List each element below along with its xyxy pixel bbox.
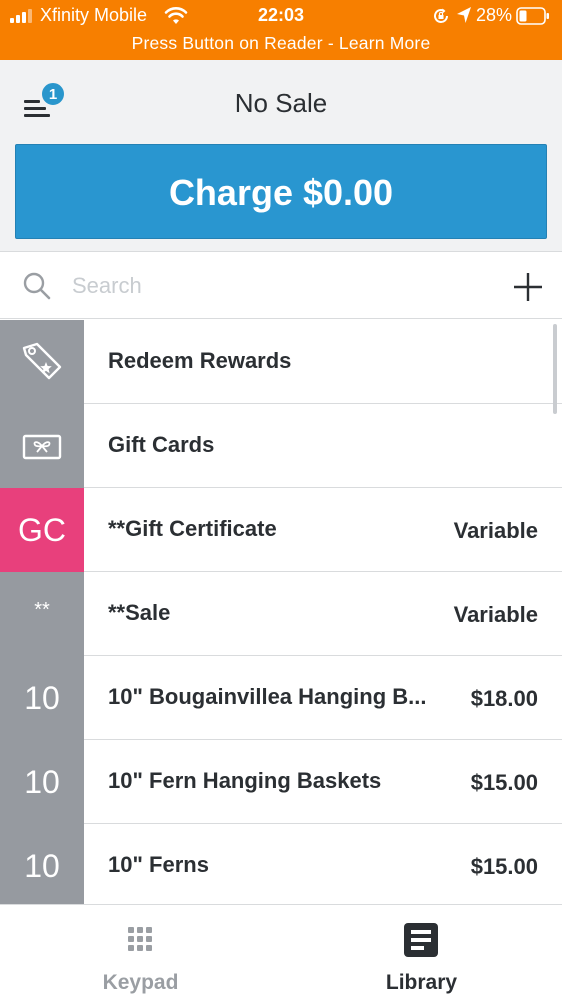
item-label: **Sale bbox=[108, 600, 171, 625]
item-price: $15.00 bbox=[470, 854, 538, 879]
charge-button[interactable]: Charge $0.00 bbox=[15, 144, 547, 239]
item-tile: GC bbox=[0, 488, 84, 572]
battery-icon bbox=[516, 7, 549, 25]
item-tile: 10 bbox=[0, 656, 84, 740]
tag-star-icon bbox=[22, 342, 62, 380]
item-tile-text: 10 bbox=[24, 680, 60, 716]
library-icon bbox=[404, 923, 438, 957]
tab-label: Keypad bbox=[102, 971, 179, 994]
item-tile-text: 10 bbox=[24, 764, 60, 800]
tab-library[interactable]: Library bbox=[281, 905, 562, 999]
gift-card-icon bbox=[22, 434, 62, 460]
item-label: 10" Ferns bbox=[108, 852, 209, 877]
item-tile bbox=[0, 320, 84, 404]
item-row-body: 10" Fern Hanging Baskets $15.00 bbox=[84, 740, 562, 824]
item-tile-text: ** bbox=[34, 599, 50, 621]
item-list: Redeem Rewards Gift Cards GC **Gift Cert… bbox=[0, 320, 562, 904]
item-tile-text: GC bbox=[18, 512, 66, 548]
item-tile-text: 10 bbox=[24, 848, 60, 884]
item-price: $15.00 bbox=[470, 770, 538, 795]
item-label: 10" Fern Hanging Baskets bbox=[108, 768, 382, 793]
add-item-button[interactable] bbox=[510, 269, 546, 305]
list-item-redeem-rewards[interactable]: Redeem Rewards bbox=[0, 320, 562, 404]
list-item-sale[interactable]: ** **Sale Variable bbox=[0, 572, 562, 656]
item-price: Variable bbox=[453, 602, 538, 627]
list-item-fern-hanging-baskets[interactable]: 10 10" Fern Hanging Baskets $15.00 bbox=[0, 740, 562, 824]
list-item-bougainvillea[interactable]: 10 10" Bougainvillea Hanging B... $18.00 bbox=[0, 656, 562, 740]
item-row-body: Gift Cards bbox=[84, 404, 562, 488]
search-bar bbox=[0, 253, 562, 319]
page-title: No Sale bbox=[234, 88, 328, 118]
item-row-body: **Gift Certificate Variable bbox=[84, 488, 562, 572]
tab-bar: Keypad Library bbox=[0, 904, 562, 999]
location-arrow-icon bbox=[457, 7, 471, 23]
item-tile: 10 bbox=[0, 740, 84, 824]
item-tile: ** bbox=[0, 572, 84, 656]
item-row-body: 10" Bougainvillea Hanging B... $18.00 bbox=[84, 656, 562, 740]
list-item-ferns[interactable]: 10 10" Ferns $15.00 bbox=[0, 824, 562, 904]
item-label: **Gift Certificate bbox=[108, 516, 277, 541]
rotation-lock-icon bbox=[434, 8, 448, 23]
sale-header: 1 No Sale Charge $0.00 bbox=[0, 60, 562, 252]
item-price: $18.00 bbox=[470, 686, 538, 711]
list-item-gift-certificate[interactable]: GC **Gift Certificate Variable bbox=[0, 488, 562, 572]
status-area: Xfinity Mobile 22:03 28% Press Button on… bbox=[0, 0, 562, 60]
reader-banner[interactable]: Press Button on Reader - Learn More bbox=[0, 33, 562, 59]
item-label: 10" Bougainvillea Hanging B... bbox=[108, 684, 427, 709]
item-row-body: 10" Ferns $15.00 bbox=[84, 824, 562, 904]
item-price: Variable bbox=[453, 518, 538, 543]
battery-percent: 28% bbox=[476, 5, 513, 25]
keypad-icon bbox=[128, 927, 152, 951]
tab-label: Library bbox=[385, 971, 458, 994]
item-row-body: Redeem Rewards bbox=[84, 320, 562, 404]
tab-keypad[interactable]: Keypad bbox=[0, 905, 281, 999]
item-label: Redeem Rewards bbox=[108, 348, 292, 373]
list-item-gift-cards[interactable]: Gift Cards bbox=[0, 404, 562, 488]
scrollbar[interactable] bbox=[553, 324, 557, 414]
item-row-body: **Sale Variable bbox=[84, 572, 562, 656]
item-tile: 10 bbox=[0, 824, 84, 904]
search-input[interactable] bbox=[72, 268, 492, 304]
item-label: Gift Cards bbox=[108, 432, 215, 457]
search-icon bbox=[23, 272, 51, 300]
item-tile bbox=[0, 404, 84, 488]
status-bar: Xfinity Mobile 22:03 28% bbox=[0, 0, 562, 32]
